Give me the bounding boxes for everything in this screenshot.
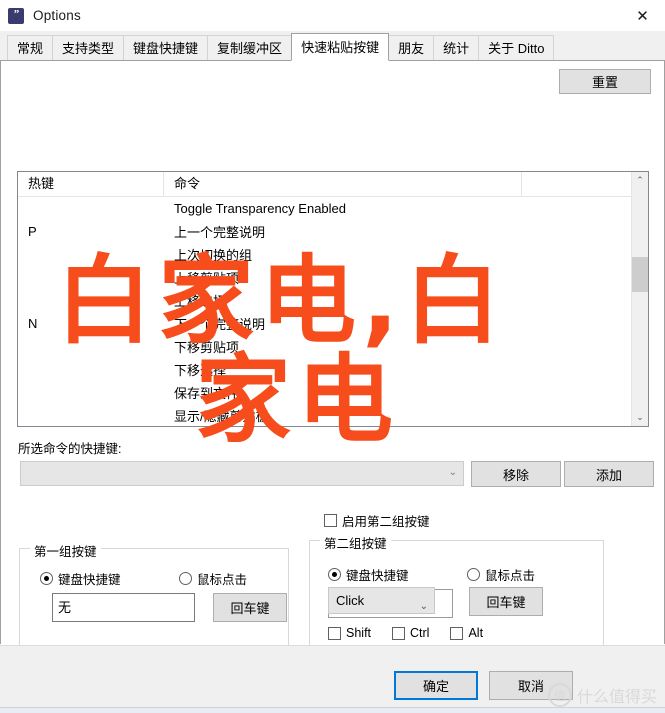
tab-friends[interactable]: 朋友 — [388, 35, 435, 60]
ok-button[interactable]: 确定 — [394, 671, 478, 700]
second-keyset-radio-keyboard-label: 键盘快捷键 — [346, 569, 409, 583]
second-keyset-modifiers: Shift Ctrl Alt — [328, 626, 483, 640]
close-icon[interactable]: ✕ — [620, 0, 665, 31]
tab-quick-paste-keys[interactable]: 快速粘贴按键 — [291, 33, 390, 61]
second-keyset-radio-mouse-label: 鼠标点击 — [485, 569, 536, 583]
modifier-ctrl-label: Ctrl — [410, 626, 430, 640]
dialog-footer: 确定 取消 — [0, 645, 665, 713]
row-command: 下一个完整说明 — [174, 317, 266, 332]
chevron-down-icon: ⌄ — [419, 601, 428, 612]
bottom-strip — [0, 707, 665, 713]
title-bar: ” Options ✕ — [0, 0, 665, 31]
tab-statistics[interactable]: 统计 — [433, 35, 480, 60]
table-row[interactable]: 下移剪贴项 — [18, 335, 648, 358]
radio-dot — [40, 572, 53, 585]
radio-dot — [179, 572, 192, 585]
modifier-alt-label: Alt — [468, 626, 484, 640]
table-row[interactable]: N 下一个完整说明 — [18, 312, 648, 335]
second-keyset-combo[interactable]: Click ⌄ — [328, 587, 435, 614]
tab-strip: 常规 支持类型 键盘快捷键 复制缓冲区 快速粘贴按键 朋友 统计 关于 Ditt… — [0, 31, 665, 61]
second-keyset-radio-keyboard[interactable]: 键盘快捷键 — [328, 565, 409, 584]
radio-dot — [467, 568, 480, 581]
second-keyset-radio-mouse[interactable]: 鼠标点击 — [467, 565, 535, 584]
remove-button[interactable]: 移除 — [471, 461, 561, 487]
tab-keyboard-shortcuts[interactable]: 键盘快捷键 — [123, 35, 209, 60]
modifier-ctrl-checkbox[interactable]: Ctrl — [392, 626, 429, 640]
row-command: 下移选择 — [174, 363, 227, 378]
checkbox-box — [450, 626, 464, 640]
radio-dot — [328, 568, 341, 581]
list-header: 热键 命令 — [18, 172, 648, 197]
row-command: 上一个完整说明 — [174, 225, 266, 240]
checkbox-box — [324, 514, 337, 527]
row-hotkey: N — [28, 316, 38, 331]
row-command: 上移选择 — [174, 294, 227, 309]
second-keyset-combo-value: Click — [336, 593, 365, 608]
column-header-extra[interactable] — [522, 172, 634, 196]
enable-second-keyset-label: 启用第二组按键 — [342, 515, 430, 529]
modifier-shift-label: Shift — [346, 626, 372, 640]
vertical-scrollbar[interactable]: ⌃ ⌄ — [631, 172, 648, 426]
tab-copy-buffers[interactable]: 复制缓冲区 — [207, 35, 293, 60]
scroll-down-icon[interactable]: ⌄ — [632, 409, 648, 426]
reset-button[interactable]: 重置 — [559, 69, 651, 94]
row-command: 显示/隐藏剪贴板 — [174, 409, 269, 424]
row-command: Toggle Transparency Enabled — [174, 201, 347, 216]
row-command: 上次切换的组 — [174, 248, 253, 263]
chevron-down-icon: ⌄ — [448, 467, 457, 478]
add-button[interactable]: 添加 — [564, 461, 654, 487]
scroll-up-icon[interactable]: ⌃ — [632, 172, 648, 189]
modifier-alt-checkbox[interactable]: Alt — [450, 626, 483, 640]
row-command: 保存到文件 — [174, 386, 240, 401]
ditto-quote-icon: ” — [8, 7, 24, 24]
table-row[interactable]: P 上一个完整说明 — [18, 220, 648, 243]
tab-about-ditto[interactable]: 关于 Ditto — [478, 35, 555, 60]
first-keyset-radio-keyboard[interactable]: 键盘快捷键 — [40, 569, 121, 588]
second-keyset-legend: 第二组按键 — [320, 533, 391, 552]
command-list[interactable]: 热键 命令 Toggle Transparency Enabled P 上一个完… — [17, 171, 649, 427]
second-keyset-enter-button[interactable]: 回车键 — [469, 587, 543, 616]
table-row[interactable]: 保存到文件 — [18, 381, 648, 404]
column-header-hotkey[interactable]: 热键 — [18, 172, 164, 196]
row-hotkey: P — [28, 224, 37, 239]
checkbox-box — [392, 626, 406, 640]
row-command: 下移剪贴项 — [174, 340, 240, 355]
first-keyset-radio-mouse[interactable]: 鼠标点击 — [179, 569, 247, 588]
tab-general[interactable]: 常规 — [7, 35, 54, 60]
table-row[interactable]: Toggle Transparency Enabled — [18, 197, 648, 220]
tab-page-quick-paste-keys: 重置 热键 命令 Toggle Transparency Enabled P 上… — [0, 61, 665, 705]
first-keyset-input[interactable]: 无 — [52, 593, 195, 622]
checkbox-box — [328, 626, 341, 640]
column-header-command[interactable]: 命令 — [164, 172, 522, 196]
shortcut-combo[interactable]: ⌄ — [20, 461, 464, 486]
scrollbar-thumb[interactable] — [632, 257, 648, 292]
enable-second-keyset-checkbox[interactable]: 启用第二组按键 — [324, 511, 430, 530]
window-title: Options — [33, 8, 81, 23]
table-row[interactable]: 上移剪贴项 — [18, 266, 648, 289]
first-keyset-radio-keyboard-label: 键盘快捷键 — [58, 573, 121, 587]
modifier-shift-checkbox[interactable]: Shift — [328, 626, 371, 640]
table-row[interactable]: 上次切换的组 — [18, 243, 648, 266]
table-row[interactable]: 显示/隐藏剪贴板 — [18, 404, 648, 426]
cancel-button[interactable]: 取消 — [489, 671, 573, 700]
first-keyset-radio-mouse-label: 鼠标点击 — [197, 573, 248, 587]
table-row[interactable]: 上移选择 — [18, 289, 648, 312]
table-row[interactable]: 下移选择 — [18, 358, 648, 381]
list-rows: Toggle Transparency Enabled P 上一个完整说明 上次… — [18, 197, 648, 426]
tab-supported-types[interactable]: 支持类型 — [52, 35, 125, 60]
selected-command-shortcut-label: 所选命令的快捷键: — [18, 442, 122, 456]
first-keyset-enter-button[interactable]: 回车键 — [213, 593, 287, 622]
row-command: 上移剪贴项 — [174, 271, 240, 286]
first-keyset-legend: 第一组按键 — [30, 541, 101, 560]
